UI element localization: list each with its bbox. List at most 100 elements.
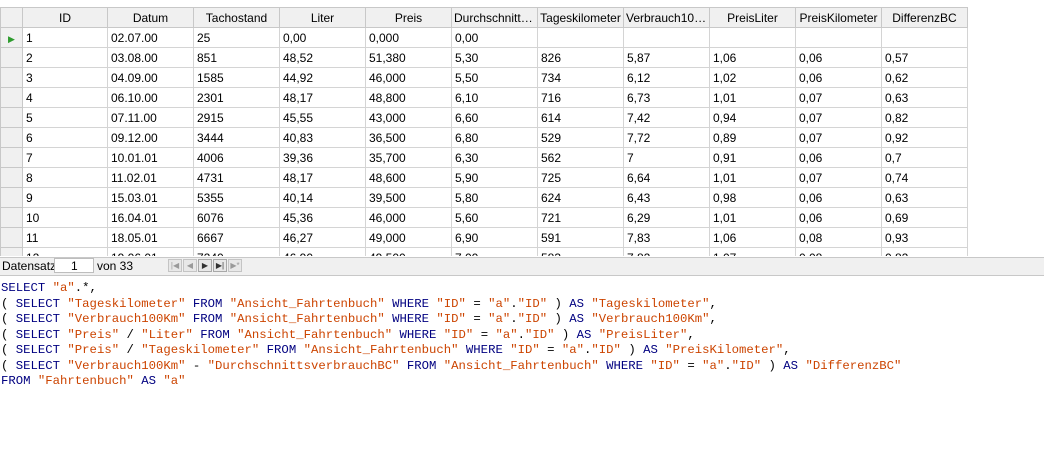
- table-cell[interactable]: 6,12: [623, 67, 710, 88]
- next-record-button[interactable]: ▶: [198, 259, 212, 272]
- table-cell[interactable]: 35,700: [365, 147, 452, 168]
- table-row[interactable]: 7 10.01.01 4006 39,36 35,700 6,30 562 7 0,91 0,06…: [0, 147, 968, 168]
- table-cell[interactable]: 5355: [193, 187, 280, 208]
- table-cell[interactable]: 5,50: [451, 67, 538, 88]
- table-cell[interactable]: 5,60: [451, 207, 538, 228]
- table-cell[interactable]: 39,500: [365, 187, 452, 208]
- table-cell[interactable]: 721: [537, 207, 624, 228]
- column-header-datum[interactable]: Datum: [107, 7, 194, 28]
- table-cell[interactable]: 1,01: [709, 167, 796, 188]
- table-row[interactable]: 3 04.09.00 1585 44,92 46,000 5,50 734 6,12 1,02 0…: [0, 67, 968, 88]
- table-cell[interactable]: 0,07: [795, 107, 882, 128]
- table-cell[interactable]: 0,07: [795, 127, 882, 148]
- table-cell[interactable]: 40,14: [279, 187, 366, 208]
- row-header[interactable]: [0, 87, 23, 108]
- table-cell[interactable]: 0,00: [279, 27, 366, 48]
- table-cell[interactable]: 5,90: [451, 167, 538, 188]
- table-cell[interactable]: 591: [537, 227, 624, 248]
- table-cell[interactable]: 2: [22, 47, 108, 68]
- table-cell[interactable]: 48,17: [279, 87, 366, 108]
- table-cell[interactable]: 46,000: [365, 67, 452, 88]
- table-cell[interactable]: 0,69: [881, 207, 968, 228]
- table-cell[interactable]: 09.12.00: [107, 127, 194, 148]
- table-row[interactable]: 2 03.08.00 851 48,52 51,380 5,30 826 5,87 1,06 0,…: [0, 47, 968, 68]
- table-cell[interactable]: 0,57: [881, 47, 968, 68]
- table-cell[interactable]: 45,36: [279, 207, 366, 228]
- column-header-tachostand[interactable]: Tachostand: [193, 7, 280, 28]
- table-cell[interactable]: 0,06: [795, 47, 882, 68]
- row-header[interactable]: [0, 127, 23, 148]
- table-cell[interactable]: 716: [537, 87, 624, 108]
- table-cell[interactable]: 529: [537, 127, 624, 148]
- row-header[interactable]: ▶: [0, 27, 23, 48]
- previous-record-button[interactable]: ◀: [183, 259, 197, 272]
- table-cell[interactable]: 9: [22, 187, 108, 208]
- table-cell[interactable]: 0,94: [709, 107, 796, 128]
- table-cell[interactable]: 4731: [193, 167, 280, 188]
- table-cell[interactable]: 0,00: [451, 27, 538, 48]
- table-cell[interactable]: 0,08: [795, 247, 882, 256]
- table-cell[interactable]: 5,87: [623, 47, 710, 68]
- table-cell[interactable]: 734: [537, 67, 624, 88]
- table-cell[interactable]: 5: [22, 107, 108, 128]
- table-cell[interactable]: 36,500: [365, 127, 452, 148]
- table-cell[interactable]: 49,500: [365, 247, 452, 256]
- table-cell[interactable]: 0,07: [795, 167, 882, 188]
- table-cell[interactable]: 0,06: [795, 207, 882, 228]
- table-cell[interactable]: 4006: [193, 147, 280, 168]
- table-cell[interactable]: 49,000: [365, 227, 452, 248]
- table-cell[interactable]: 0,91: [709, 147, 796, 168]
- first-record-button[interactable]: |◀: [168, 259, 182, 272]
- table-cell[interactable]: 3: [22, 67, 108, 88]
- row-header[interactable]: [0, 207, 23, 228]
- record-number-field[interactable]: 1: [54, 258, 94, 273]
- column-header-differenzbc[interactable]: DifferenzBC: [881, 7, 968, 28]
- table-cell[interactable]: 44,92: [279, 67, 366, 88]
- row-header[interactable]: [0, 227, 23, 248]
- table-cell[interactable]: 6,29: [623, 207, 710, 228]
- table-cell[interactable]: 10.01.01: [107, 147, 194, 168]
- table-cell[interactable]: 0,06: [795, 147, 882, 168]
- table-cell[interactable]: 0,63: [881, 187, 968, 208]
- table-cell[interactable]: 02.07.00: [107, 27, 194, 48]
- table-cell[interactable]: 7,82: [623, 247, 710, 256]
- table-cell[interactable]: 6,90: [451, 227, 538, 248]
- table-cell[interactable]: 0,000: [365, 27, 452, 48]
- table-row[interactable]: 10 16.04.01 6076 45,36 46,000 5,60 721 6,29 1,01…: [0, 207, 968, 228]
- table-cell[interactable]: 1,01: [709, 207, 796, 228]
- data-grid[interactable]: ID Datum Tachostand Liter Preis Durchschnitts…: [0, 7, 968, 256]
- last-record-button[interactable]: ▶|: [213, 259, 227, 272]
- table-cell[interactable]: 0,62: [881, 67, 968, 88]
- table-cell[interactable]: 2915: [193, 107, 280, 128]
- table-cell[interactable]: 19.06.01: [107, 247, 194, 256]
- table-cell[interactable]: 46,000: [365, 207, 452, 228]
- table-cell[interactable]: 6,64: [623, 167, 710, 188]
- column-header-preisliter[interactable]: PreisLiter: [709, 7, 796, 28]
- table-cell[interactable]: 7,42: [623, 107, 710, 128]
- column-header-preis[interactable]: Preis: [365, 7, 452, 28]
- table-cell[interactable]: 8: [22, 167, 108, 188]
- table-cell[interactable]: 25: [193, 27, 280, 48]
- table-cell[interactable]: 46,27: [279, 227, 366, 248]
- table-cell[interactable]: 1585: [193, 67, 280, 88]
- table-row[interactable]: 11 18.05.01 6667 46,27 49,000 6,90 591 7,83 1,06…: [0, 227, 968, 248]
- row-header[interactable]: [0, 247, 23, 256]
- table-cell[interactable]: 583: [537, 247, 624, 256]
- table-cell[interactable]: 0,63: [881, 87, 968, 108]
- column-header-liter[interactable]: Liter: [279, 7, 366, 28]
- table-cell[interactable]: 1,02: [709, 67, 796, 88]
- table-cell[interactable]: 6,30: [451, 147, 538, 168]
- table-cell[interactable]: 826: [537, 47, 624, 68]
- table-cell[interactable]: [795, 27, 882, 48]
- table-cell[interactable]: 6,43: [623, 187, 710, 208]
- table-cell[interactable]: 03.08.00: [107, 47, 194, 68]
- grid-corner[interactable]: [0, 7, 23, 28]
- table-cell[interactable]: 45,55: [279, 107, 366, 128]
- table-cell[interactable]: 06.10.00: [107, 87, 194, 108]
- table-cell[interactable]: 1,07: [709, 247, 796, 256]
- table-cell[interactable]: 7,83: [623, 227, 710, 248]
- table-cell[interactable]: 6,80: [451, 127, 538, 148]
- table-row[interactable]: 9 15.03.01 5355 40,14 39,500 5,80 624 6,43 0,98 0…: [0, 187, 968, 208]
- table-cell[interactable]: 39,36: [279, 147, 366, 168]
- table-cell[interactable]: 48,17: [279, 167, 366, 188]
